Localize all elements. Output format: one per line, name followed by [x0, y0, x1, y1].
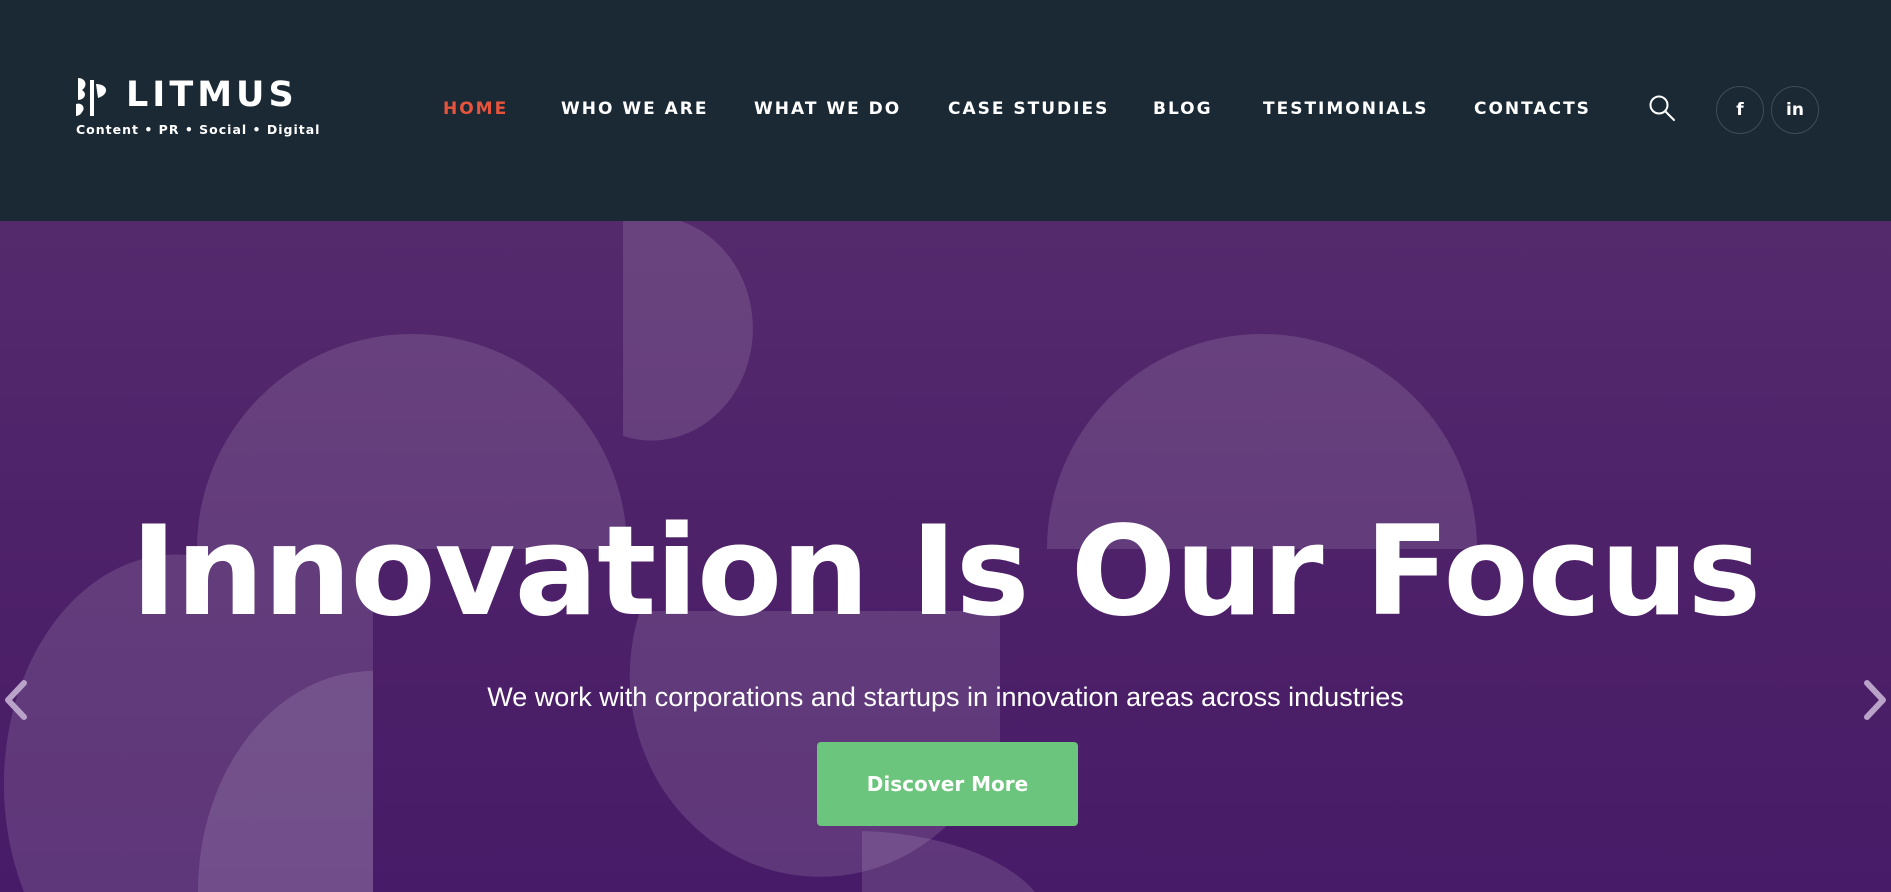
nav-item-testimonials[interactable]: TESTIMONIALS [1263, 98, 1429, 120]
search-icon[interactable] [1648, 94, 1676, 122]
nav-item-contacts[interactable]: CONTACTS [1474, 98, 1591, 120]
linkedin-icon[interactable]: in [1771, 86, 1819, 134]
site-header: LITMUS Content • PR • Social • Digital H… [0, 0, 1891, 221]
hero-title: Innovation Is Our Focus [130, 500, 1761, 644]
hero-slider: Innovation Is Our Focus We work with cor… [0, 221, 1891, 892]
facebook-icon[interactable]: f [1716, 86, 1764, 134]
linkedin-glyph: in [1786, 100, 1804, 120]
chevron-left-icon[interactable] [0, 677, 30, 723]
main-nav: HOME WHO WE ARE WHAT WE DO CASE STUDIES … [0, 0, 1891, 221]
nav-item-case-studies[interactable]: CASE STUDIES [948, 98, 1109, 120]
hero-subtitle: We work with corporations and startups i… [487, 682, 1404, 712]
nav-item-who-we-are[interactable]: WHO WE ARE [561, 98, 709, 120]
nav-item-what-we-do[interactable]: WHAT WE DO [754, 98, 901, 120]
facebook-glyph: f [1736, 100, 1744, 120]
nav-item-home[interactable]: HOME [443, 98, 508, 120]
discover-more-button[interactable]: Discover More [817, 742, 1078, 826]
nav-item-blog[interactable]: BLOG [1153, 98, 1213, 120]
chevron-right-icon[interactable] [1861, 677, 1891, 723]
